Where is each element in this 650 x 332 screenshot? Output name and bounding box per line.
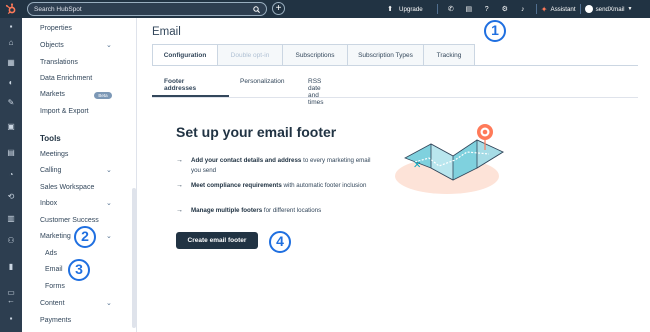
chevron-down-icon[interactable]: ⌄ xyxy=(106,299,112,307)
chevron-down-icon: ▼ xyxy=(627,6,633,12)
arrow-right-icon: → xyxy=(176,182,183,189)
divider xyxy=(535,4,537,14)
automation-icon[interactable]: ⟲ xyxy=(6,192,16,201)
beta-badge: Beta xyxy=(94,92,112,99)
left-icon-rail: ▪ ⌂ ▦ ◐ ✎ ▣ ▤ ◔ ⟲ ▥ ⚇ ▮ ▭ ← ▪ xyxy=(0,18,22,332)
settings-sidebar: Properties Objects ⌄ Translations Data E… xyxy=(22,18,137,332)
tools-heading: Tools xyxy=(40,134,61,143)
benefit-bold: Manage multiple footers xyxy=(191,207,263,214)
sidebar-item-customer-success[interactable]: Customer Success xyxy=(40,217,99,224)
benefit-text: with automatic footer inclusion xyxy=(281,182,367,189)
tabs-divider xyxy=(152,65,638,66)
map-footer-illustration: ✕ xyxy=(395,124,504,194)
sidebar-item-markets[interactable]: Markets xyxy=(40,91,65,98)
tab-double-opt-in[interactable]: Double opt-in xyxy=(217,44,283,66)
search-placeholder: Search HubSpot xyxy=(34,5,82,13)
assistant-button[interactable]: ✦ Assistant xyxy=(541,5,576,14)
help-icon[interactable]: ? xyxy=(478,6,496,13)
annotation-marker-2: 2 xyxy=(74,226,96,248)
home-icon[interactable]: ⌂ xyxy=(6,38,16,47)
commerce-icon[interactable]: ▤ xyxy=(6,148,16,157)
create-email-footer-button[interactable]: Create email footer xyxy=(176,232,258,249)
subtab-rss-date-times[interactable]: RSS date and times xyxy=(308,78,324,106)
collapse-icon[interactable]: ← xyxy=(6,296,16,305)
sidebar-item-meetings[interactable]: Meetings xyxy=(40,151,68,158)
service-icon[interactable]: ◔ xyxy=(6,170,16,179)
settings-tabs: Configuration Double opt-in Subscription… xyxy=(152,44,475,66)
upgrade-link[interactable]: Upgrade xyxy=(399,6,423,13)
svg-text:✕: ✕ xyxy=(413,160,421,171)
subtabs-divider xyxy=(152,97,638,98)
arrow-right-icon: → xyxy=(176,207,183,214)
arrow-right-icon: → xyxy=(176,157,183,164)
account-menu[interactable]: sendXmail ▼ xyxy=(584,5,633,13)
sidebar-item-payments[interactable]: Payments xyxy=(40,317,71,324)
benefit-text: for different locations xyxy=(262,207,322,214)
annotation-marker-4: 4 xyxy=(269,231,291,253)
annotation-marker-1: 1 xyxy=(484,20,506,42)
annotation-marker-3: 3 xyxy=(68,259,90,281)
tab-configuration[interactable]: Configuration xyxy=(152,44,218,66)
sidebar-scrollbar[interactable] xyxy=(132,188,136,328)
search-icon[interactable] xyxy=(253,5,260,13)
page-title: Email xyxy=(152,26,181,38)
phone-icon[interactable]: ✆ xyxy=(442,5,460,13)
tab-subscriptions[interactable]: Subscriptions xyxy=(282,44,348,66)
chevron-down-icon[interactable]: ⌄ xyxy=(106,199,112,207)
sidebar-item-data-enrichment[interactable]: Data Enrichment xyxy=(40,75,92,82)
sidebar-item-translations[interactable]: Translations xyxy=(40,59,78,66)
sales-icon[interactable]: ▣ xyxy=(6,122,16,131)
search-input[interactable]: Search HubSpot xyxy=(27,2,267,16)
subtab-personalization[interactable]: Personalization xyxy=(240,78,284,85)
chevron-down-icon[interactable]: ⌄ xyxy=(106,232,112,240)
assistant-sparkle-icon: ✦ xyxy=(540,4,548,14)
tab-subscription-types[interactable]: Subscription Types xyxy=(347,44,424,66)
sidebar-item-forms[interactable]: Forms xyxy=(45,283,65,290)
divider xyxy=(436,4,438,14)
sidebar-item-sales-workspace[interactable]: Sales Workspace xyxy=(40,184,94,191)
sidebar-item-calling[interactable]: Calling xyxy=(40,167,61,174)
benefit-bold: Add your contact details and address xyxy=(191,157,302,164)
tab-tracking[interactable]: Tracking xyxy=(423,44,475,66)
bookmark-icon[interactable]: ▪ xyxy=(6,22,16,31)
content-icon[interactable]: ✎ xyxy=(6,98,16,107)
sidebar-item-marketing[interactable]: Marketing xyxy=(40,233,71,240)
top-navigation-bar: Search HubSpot + ⬆ Upgrade ✆ ▤ ? ⚙ ♪ ✦ A… xyxy=(0,0,650,18)
sidebar-item-inbox[interactable]: Inbox xyxy=(40,200,57,207)
upgrade-icon: ⬆ xyxy=(387,6,393,13)
chevron-down-icon[interactable]: ⌄ xyxy=(106,166,112,174)
benefit-bold: Meet compliance requirements xyxy=(191,182,282,189)
notifications-bell-icon[interactable]: ♪ xyxy=(514,6,532,13)
subtab-footer-addresses[interactable]: Footer addresses xyxy=(164,78,196,92)
chevron-down-icon[interactable]: ⌄ xyxy=(106,41,112,49)
sidebar-item-email[interactable]: Email xyxy=(45,266,63,273)
settings-icon[interactable]: ▪ xyxy=(6,314,16,323)
settings-gear-icon[interactable]: ⚙ xyxy=(496,5,514,13)
contacts-icon[interactable]: ▦ xyxy=(6,58,16,67)
marketplace-icon[interactable]: ▤ xyxy=(460,5,478,13)
account-avatar xyxy=(584,5,593,13)
hubspot-logo-icon[interactable] xyxy=(0,0,22,18)
topbar-right-group: ⬆ Upgrade ✆ ▤ ? ⚙ ♪ ✦ Assistant sendXmai… xyxy=(381,0,632,18)
sidebar-item-objects[interactable]: Objects xyxy=(40,42,64,49)
empty-state-title: Set up your email footer xyxy=(176,124,337,140)
active-subtab-indicator xyxy=(152,95,229,97)
sidebar-item-content[interactable]: Content xyxy=(40,300,65,307)
marketing-icon[interactable]: ◐ xyxy=(6,78,16,87)
sidebar-item-ads[interactable]: Ads xyxy=(45,250,57,257)
data-management-icon[interactable]: ▥ xyxy=(6,214,16,223)
account-name: sendXmail xyxy=(595,5,625,13)
sidebar-item-properties[interactable]: Properties xyxy=(40,25,72,32)
create-new-button[interactable]: + xyxy=(272,2,285,15)
reports-icon[interactable]: ▮ xyxy=(6,262,16,271)
reporting-icon[interactable]: ⚇ xyxy=(6,236,16,245)
sidebar-item-import-export[interactable]: Import & Export xyxy=(40,108,89,115)
divider xyxy=(579,4,581,14)
assistant-label: Assistant xyxy=(550,5,576,13)
